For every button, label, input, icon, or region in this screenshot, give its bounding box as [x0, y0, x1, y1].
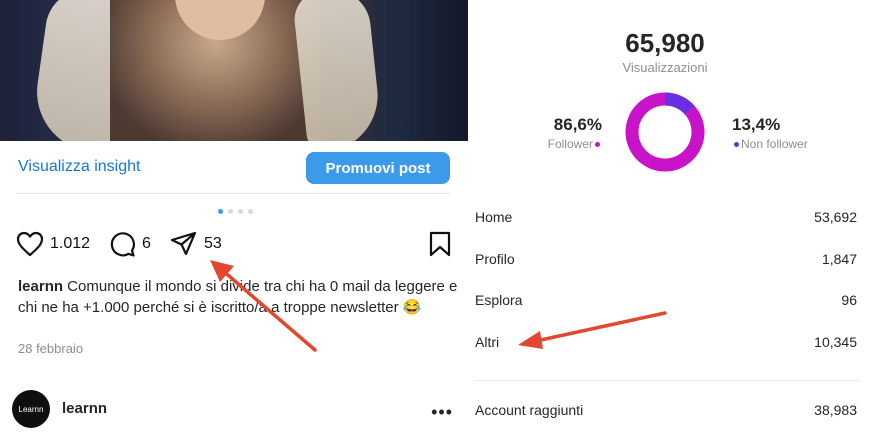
divider	[475, 380, 860, 381]
source-label: Esplora	[475, 292, 523, 308]
source-row-altri: Altri 10,345	[475, 334, 857, 350]
source-label: Profilo	[475, 251, 515, 267]
follower-legend-dot	[595, 142, 600, 148]
author-name[interactable]: learnn	[62, 400, 107, 417]
source-value: 96	[841, 292, 857, 308]
carousel-dot	[248, 209, 253, 214]
accounts-reached-row: Account raggiunti 38,983	[475, 402, 857, 418]
accounts-reached-label: Account raggiunti	[475, 402, 584, 418]
views-label: Visualizzazioni	[622, 60, 708, 75]
comment-count: 6	[142, 235, 151, 252]
comment-icon	[110, 232, 135, 257]
source-row-esplora: Esplora 96	[475, 292, 857, 308]
nonfollower-label-row: Non follower	[732, 137, 852, 151]
send-icon	[170, 231, 197, 256]
accounts-reached-value: 38,983	[814, 402, 857, 418]
comment-button[interactable]: 6	[108, 231, 151, 257]
save-button[interactable]	[428, 231, 452, 262]
avatar[interactable]: Learnn	[12, 390, 50, 428]
follower-stat: 86,6% Follower	[540, 115, 602, 151]
nonfollower-stat: 13,4% Non follower	[732, 115, 852, 151]
share-count: 53	[204, 235, 222, 252]
caption-text: Comunque il mondo si divide tra chi ha 0…	[18, 278, 458, 316]
source-row-profilo: Profilo 1,847	[475, 251, 857, 267]
author-row: Learnn learnn •••	[12, 390, 457, 428]
nonfollower-pct: 13,4%	[732, 115, 781, 134]
source-label: Home	[475, 209, 513, 225]
nonfollower-label: Non follower	[741, 137, 808, 151]
post-caption: learnn Comunque il mondo si divide tra c…	[18, 276, 458, 318]
more-horizontal-icon[interactable]: •••	[431, 402, 453, 423]
post-image[interactable]	[0, 0, 468, 141]
post-actions: 1.012 6 53	[16, 231, 452, 259]
source-value: 10,345	[814, 334, 857, 350]
carousel-dot	[228, 209, 233, 214]
nonfollower-legend-dot	[734, 142, 739, 148]
post-date: 28 febbraio	[18, 341, 84, 356]
carousel-dot	[218, 209, 223, 214]
views-total: 65,980	[625, 28, 705, 58]
follower-label: Follower	[547, 137, 593, 151]
carousel-indicator	[218, 209, 253, 214]
post-panel: Visualizza insight Promuovi post 1.012 6…	[0, 0, 470, 447]
follower-label-row: Follower	[540, 137, 602, 151]
promote-post-button[interactable]: Promuovi post	[306, 152, 450, 184]
source-value: 1,847	[821, 251, 857, 267]
heart-icon	[16, 231, 44, 257]
view-insights-link[interactable]: Visualizza insight	[18, 158, 140, 176]
divider	[16, 193, 450, 194]
source-label: Altri	[475, 334, 500, 350]
caption-username[interactable]: learnn	[18, 278, 63, 295]
like-button[interactable]: 1.012	[16, 231, 90, 257]
insights-panel: 65,980 Visualizzazioni 86,6% Follower 13…	[470, 0, 879, 447]
carousel-dot	[238, 209, 243, 214]
follower-pct: 86,6%	[553, 115, 602, 134]
follower-donut-chart	[625, 92, 705, 172]
source-value: 53,692	[814, 209, 857, 225]
like-count: 1.012	[50, 235, 91, 252]
bookmark-icon	[429, 231, 451, 257]
source-row-home: Home 53,692	[475, 209, 857, 225]
share-button[interactable]: 53	[170, 231, 222, 257]
